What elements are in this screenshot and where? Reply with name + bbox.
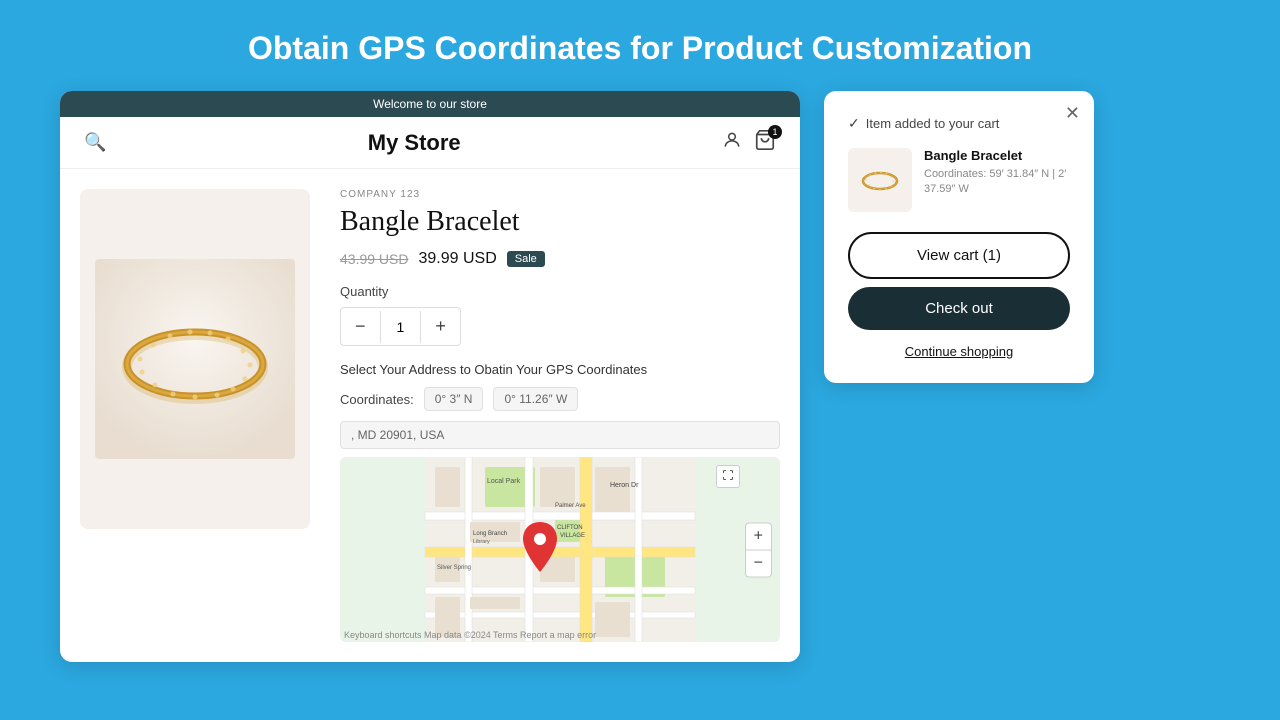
continue-shopping-button[interactable]: Continue shopping — [848, 344, 1070, 359]
cart-item-image — [848, 148, 912, 212]
address-section-label: Select Your Address to Obatin Your GPS C… — [340, 362, 780, 377]
map-container[interactable]: Local Park Long Branch Library CLIFTON V… — [340, 457, 780, 642]
svg-text:VILLAGE: VILLAGE — [560, 533, 585, 539]
cart-item-coords: Coordinates: 59′ 31.84″ N | 2′ 37.59″ W — [924, 167, 1070, 198]
quantity-label: Quantity — [340, 284, 780, 299]
store-navbar: 🔍 My Store 1 — [60, 117, 800, 169]
cart-item-details: Bangle Bracelet Coordinates: 59′ 31.84″ … — [924, 148, 1070, 198]
coord-lat: 0° 3″ N — [424, 387, 484, 411]
svg-text:Palmer Ave: Palmer Ave — [555, 503, 586, 509]
quantity-increase-button[interactable]: + — [421, 308, 460, 345]
company-label: COMPANY 123 — [340, 189, 780, 200]
nav-icons: 1 — [722, 129, 776, 156]
map-zoom-in-button[interactable]: + — [746, 523, 771, 550]
product-image-container — [60, 169, 330, 662]
map-expand-button[interactable] — [716, 465, 740, 488]
price-row: 43.99 USD 39.99 USD Sale — [340, 250, 780, 268]
view-cart-button[interactable]: View cart (1) — [848, 232, 1070, 279]
cart-item-row: Bangle Bracelet Coordinates: 59′ 31.84″ … — [848, 148, 1070, 212]
map-attribution: Keyboard shortcuts Map data ©2024 Terms … — [344, 630, 596, 640]
svg-text:Heron Dr: Heron Dr — [610, 482, 639, 489]
original-price: 43.99 USD — [340, 251, 408, 267]
quantity-value: 1 — [380, 311, 422, 343]
store-window: Welcome to our store 🔍 My Store 1 — [60, 91, 800, 662]
svg-text:CLIFTON: CLIFTON — [557, 525, 583, 531]
cart-popup: ✕ ✓ Item added to your cart — [824, 91, 1094, 383]
cart-item-name: Bangle Bracelet — [924, 148, 1070, 163]
product-title: Bangle Bracelet — [340, 206, 780, 238]
coordinates-row: Coordinates: 0° 3″ N 0° 11.26″ W — [340, 387, 780, 411]
svg-text:Silver Spring: Silver Spring — [437, 565, 471, 571]
quantity-decrease-button[interactable]: − — [341, 308, 380, 345]
search-icon[interactable]: 🔍 — [84, 132, 106, 153]
cart-close-button[interactable]: ✕ — [1065, 103, 1080, 124]
checkout-button[interactable]: Check out — [848, 287, 1070, 330]
cart-added-message: Item added to your cart — [866, 116, 1000, 131]
svg-text:Local Park: Local Park — [487, 478, 521, 485]
map-zoom-controls: + − — [745, 522, 772, 577]
store-topbar: Welcome to our store — [60, 91, 800, 117]
product-info: COMPANY 123 Bangle Bracelet 43.99 USD 39… — [330, 169, 800, 662]
product-image — [80, 189, 310, 529]
store-body: COMPANY 123 Bangle Bracelet 43.99 USD 39… — [60, 169, 800, 662]
svg-text:Long Branch: Long Branch — [473, 531, 507, 537]
cart-icon[interactable]: 1 — [754, 129, 776, 156]
user-icon[interactable] — [722, 130, 742, 155]
cart-badge: 1 — [768, 125, 782, 139]
sale-price: 39.99 USD — [418, 250, 496, 268]
coord-lng: 0° 11.26″ W — [493, 387, 578, 411]
svg-text:Library: Library — [473, 539, 490, 545]
quantity-control: − 1 + — [340, 307, 461, 346]
checkmark-icon: ✓ — [848, 115, 860, 132]
sale-badge: Sale — [507, 251, 545, 267]
topbar-message: Welcome to our store — [373, 97, 487, 111]
map-zoom-out-button[interactable]: − — [746, 550, 771, 576]
address-bar[interactable]: , MD 20901, USA — [340, 421, 780, 449]
page-title: Obtain GPS Coordinates for Product Custo… — [248, 30, 1032, 67]
store-name: My Store — [368, 130, 461, 156]
coordinates-label: Coordinates: — [340, 392, 414, 407]
cart-added-row: ✓ Item added to your cart — [848, 115, 1070, 132]
